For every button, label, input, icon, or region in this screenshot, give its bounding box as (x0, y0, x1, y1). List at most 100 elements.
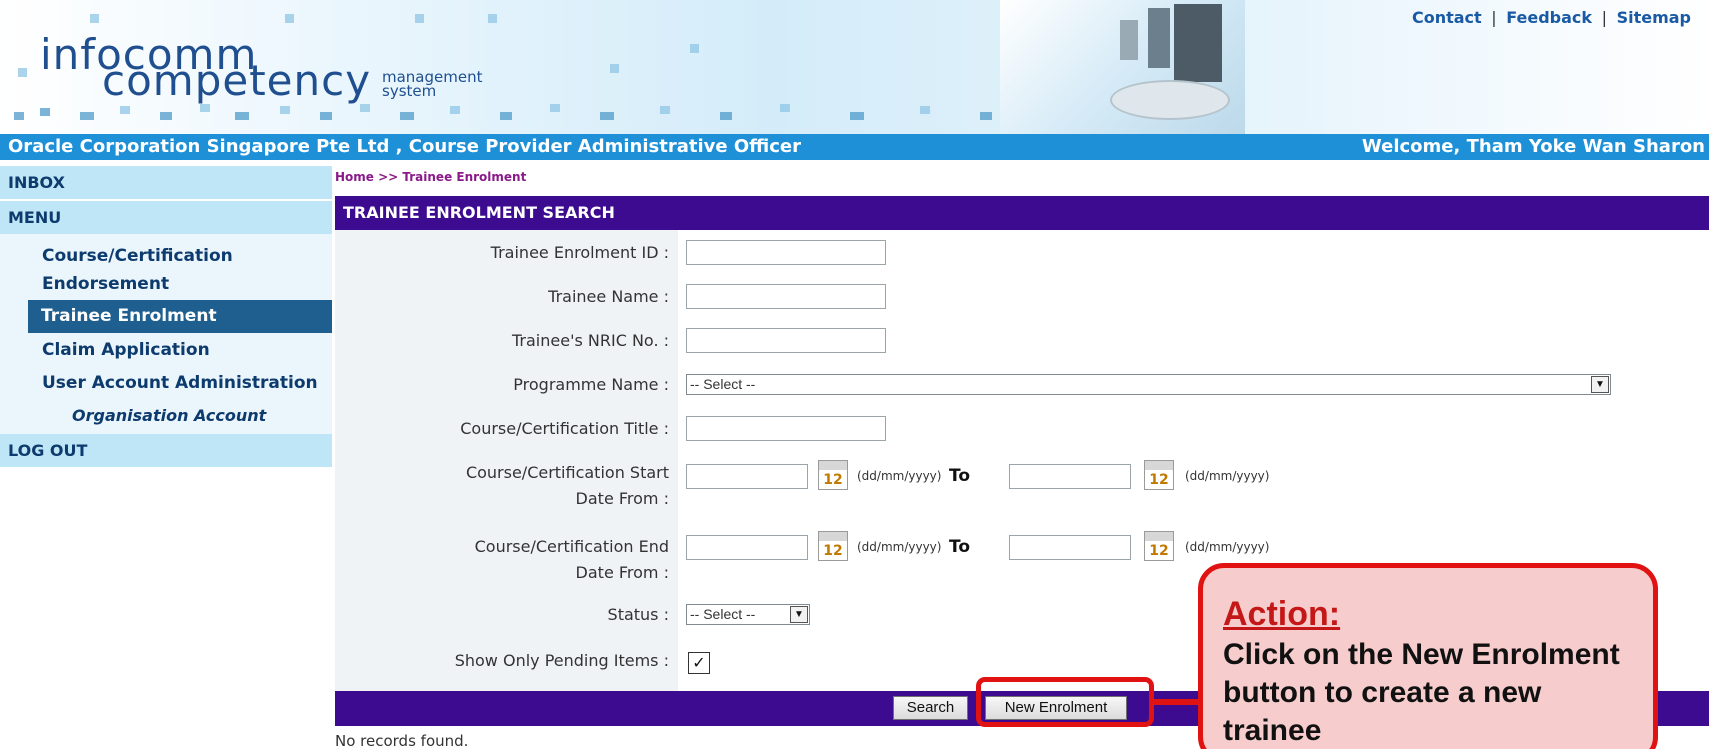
status-selected-value: -- Select -- (690, 606, 756, 622)
date-format-hint: (dd/mm/yyyy) (1185, 469, 1270, 483)
sidebar-item-label: Endorsement (42, 274, 170, 294)
pixel-decoration (360, 104, 370, 112)
pixel-decoration (280, 106, 290, 114)
to-label: To (949, 537, 971, 557)
calendar-icon[interactable]: 12 (818, 531, 848, 561)
end-date-label-line: Course/Certification End (474, 537, 669, 556)
status-select[interactable]: -- Select -- ▼ (686, 604, 810, 625)
pixel-decoration (850, 112, 864, 120)
start-date-label: Course/Certification Start Date From : (466, 460, 669, 512)
date-format-hint: (dd/mm/yyyy) (1185, 540, 1270, 554)
pixel-decoration (600, 112, 614, 120)
sidebar-item-user-account-admin[interactable]: User Account Administration (0, 367, 332, 399)
pixel-decoration (610, 64, 619, 73)
pixel-decoration (40, 108, 50, 116)
top-links: Contact | Feedback | Sitemap (1412, 8, 1691, 27)
sitemap-link[interactable]: Sitemap (1617, 8, 1691, 27)
pixel-decoration (450, 106, 460, 114)
pixel-decoration (160, 112, 172, 120)
sidebar-item-trainee-enrolment[interactable]: Trainee Enrolment (28, 300, 332, 333)
sidebar-subitem-organisation-account[interactable]: Organisation Account (0, 399, 332, 432)
callout-heading: Action: (1223, 595, 1341, 633)
end-date-from-input[interactable] (686, 535, 808, 560)
monitor-shape (1174, 4, 1222, 82)
new-enrolment-highlight (976, 677, 1154, 727)
sidebar-menu-list: Course/Certification Endorsement Trainee… (0, 234, 332, 434)
monitor-shape (1148, 8, 1170, 68)
sidebar-item-label: Course/Certification (42, 246, 233, 266)
link-separator: | (1491, 8, 1497, 27)
organisation-role: Oracle Corporation Singapore Pte Ltd , C… (8, 136, 801, 157)
start-date-label-line: Course/Certification Start (465, 463, 669, 482)
pixel-decoration (720, 112, 732, 120)
end-date-label: Course/Certification End Date From : (475, 534, 669, 586)
calendar-icon[interactable]: 12 (1144, 460, 1174, 490)
programme-selected-value: -- Select -- (690, 376, 756, 392)
sidebar-menu-heading: MENU (0, 201, 332, 234)
pixel-decoration (90, 14, 99, 23)
pixel-decoration (500, 112, 512, 120)
date-format-hint: (dd/mm/yyyy) (857, 540, 942, 554)
pixel-decoration (980, 112, 992, 120)
pixel-decoration (550, 104, 560, 112)
programme-select[interactable]: -- Select -- ▼ (686, 374, 1611, 395)
logo-system: system (382, 82, 437, 100)
pixel-decoration (690, 44, 699, 53)
status-label: Status : (607, 605, 669, 624)
keyboard-shape (1110, 80, 1230, 120)
sidebar-inbox[interactable]: INBOX (0, 166, 332, 199)
pixel-decoration (235, 112, 249, 120)
pixel-decoration (660, 106, 670, 114)
pixel-decoration (14, 112, 24, 120)
course-title-input[interactable] (686, 416, 886, 441)
sidebar-item-course-endorsement[interactable]: Course/Certification Endorsement (0, 238, 332, 298)
enrolment-id-input[interactable] (686, 240, 886, 265)
search-button[interactable]: Search (893, 696, 968, 720)
end-date-to-input[interactable] (1009, 535, 1131, 560)
logo-management-system: management system (382, 70, 482, 100)
programme-label: Programme Name : (513, 375, 669, 394)
start-date-label-line: Date From : (575, 489, 669, 508)
start-date-to-input[interactable] (1009, 464, 1131, 489)
date-format-hint: (dd/mm/yyyy) (857, 469, 942, 483)
enrolment-id-label: Trainee Enrolment ID : (490, 243, 669, 262)
pending-label: Show Only Pending Items : (454, 651, 669, 670)
chevron-down-icon[interactable]: ▼ (790, 606, 808, 623)
pixel-decoration (320, 112, 332, 120)
start-date-from-input[interactable] (686, 464, 808, 489)
pixel-decoration (488, 14, 497, 23)
breadcrumb[interactable]: Home >> Trainee Enrolment (335, 170, 526, 184)
header-banner: infocomm competency management system Co… (0, 0, 1709, 134)
trainee-name-input[interactable] (686, 284, 886, 309)
pixel-decoration (80, 112, 94, 120)
pending-checkbox[interactable]: ✓ (688, 652, 710, 674)
user-info-bar: Oracle Corporation Singapore Pte Ltd , C… (0, 134, 1709, 160)
nric-label: Trainee's NRIC No. : (512, 331, 669, 350)
callout-text: Click on the New Enrolment button to cre… (1223, 638, 1620, 747)
pixel-decoration (920, 106, 930, 114)
pixel-decoration (780, 104, 790, 112)
panel-title: TRAINEE ENROLMENT SEARCH (335, 196, 1709, 230)
welcome-message: Welcome, Tham Yoke Wan Sharon (1361, 136, 1705, 157)
contact-link[interactable]: Contact (1412, 8, 1482, 27)
feedback-link[interactable]: Feedback (1506, 8, 1592, 27)
nric-input[interactable] (686, 328, 886, 353)
pixel-decoration (415, 14, 424, 23)
pixel-decoration (400, 112, 414, 120)
course-title-label: Course/Certification Title : (460, 419, 669, 438)
pixel-decoration (18, 68, 27, 77)
pixel-decoration (285, 14, 294, 23)
monitor-shape (1120, 20, 1138, 60)
calendar-icon[interactable]: 12 (1144, 531, 1174, 561)
logo-competency: competency (102, 56, 372, 105)
sidebar: INBOX MENU Course/Certification Endorsem… (0, 166, 332, 467)
end-date-label-line: Date From : (575, 563, 669, 582)
calendar-icon[interactable]: 12 (818, 460, 848, 490)
sidebar-logout[interactable]: LOG OUT (0, 434, 332, 467)
trainee-name-label: Trainee Name : (548, 287, 669, 306)
pixel-decoration (200, 104, 210, 112)
link-separator: | (1601, 8, 1607, 27)
chevron-down-icon[interactable]: ▼ (1591, 376, 1609, 393)
to-label: To (949, 466, 971, 486)
sidebar-item-claim-application[interactable]: Claim Application (0, 333, 332, 367)
